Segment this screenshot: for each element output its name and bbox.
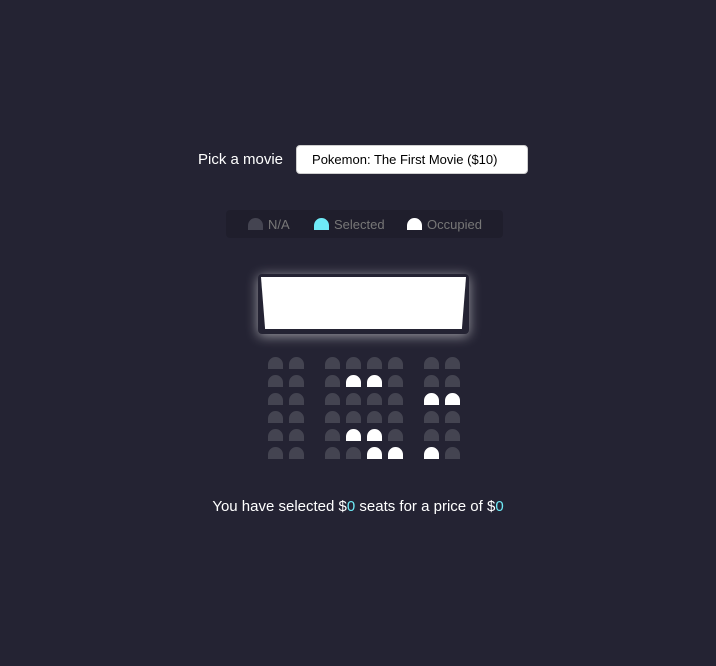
seat[interactable] xyxy=(424,411,439,423)
seat[interactable] xyxy=(325,429,340,441)
seat[interactable] xyxy=(445,411,460,423)
seat[interactable] xyxy=(346,447,361,459)
summary-prefix: You have selected xyxy=(212,498,339,515)
seat[interactable] xyxy=(424,429,439,441)
legend-seat-na-icon xyxy=(248,218,263,230)
movie-picker: Pick a movie Pokemon: The First Movie ($… xyxy=(198,145,529,174)
legend-label-na: N/A xyxy=(268,216,290,232)
seat[interactable] xyxy=(388,393,403,405)
movie-select[interactable]: Pokemon: The First Movie ($10) xyxy=(296,145,529,174)
legend-label-selected: Selected xyxy=(334,216,385,232)
seat xyxy=(424,393,439,405)
seat xyxy=(367,429,382,441)
seat[interactable] xyxy=(445,429,460,441)
seat[interactable] xyxy=(445,447,460,459)
seat[interactable] xyxy=(289,393,304,405)
seat xyxy=(445,393,460,405)
legend-item-na: N/A xyxy=(248,210,290,238)
seat[interactable] xyxy=(388,357,403,369)
seat[interactable] xyxy=(346,393,361,405)
seat[interactable] xyxy=(367,357,382,369)
legend-item-selected: Selected xyxy=(314,210,385,238)
seat[interactable] xyxy=(346,357,361,369)
seat[interactable] xyxy=(289,411,304,423)
legend-item-occupied: Occupied xyxy=(407,210,482,238)
seat[interactable] xyxy=(268,357,283,369)
seat xyxy=(346,375,361,387)
seat[interactable] xyxy=(268,393,283,405)
seat[interactable] xyxy=(445,357,460,369)
seat[interactable] xyxy=(445,375,460,387)
seat-legend: N/A Selected Occupied xyxy=(226,210,503,238)
seat[interactable] xyxy=(268,447,283,459)
seat xyxy=(388,447,403,459)
seat xyxy=(367,447,382,459)
seat[interactable] xyxy=(268,429,283,441)
selection-summary: You have selected $0 seats for a price o… xyxy=(0,497,716,517)
summary-seat-currency: $ xyxy=(338,498,347,515)
seat[interactable] xyxy=(367,393,382,405)
seat[interactable] xyxy=(424,357,439,369)
seat[interactable] xyxy=(325,375,340,387)
seat[interactable] xyxy=(367,411,382,423)
seat[interactable] xyxy=(325,447,340,459)
seat[interactable] xyxy=(346,411,361,423)
seat[interactable] xyxy=(289,375,304,387)
seat[interactable] xyxy=(325,393,340,405)
seat xyxy=(424,447,439,459)
seat[interactable] xyxy=(325,411,340,423)
legend-seat-selected-icon xyxy=(314,218,329,230)
legend-label-occupied: Occupied xyxy=(427,216,482,232)
movie-screen xyxy=(261,277,466,329)
movie-select-value: Pokemon: The First Movie ($10) xyxy=(312,152,498,167)
seat[interactable] xyxy=(325,357,340,369)
seat xyxy=(367,375,382,387)
movie-label: Pick a movie xyxy=(198,151,284,168)
selected-seat-count: 0 xyxy=(346,498,356,515)
seat[interactable] xyxy=(289,357,304,369)
total-price: 0 xyxy=(495,498,504,515)
seat[interactable] xyxy=(388,411,403,423)
seat[interactable] xyxy=(424,375,439,387)
legend-seat-occupied-icon xyxy=(407,218,422,230)
seat[interactable] xyxy=(388,375,403,387)
seat[interactable] xyxy=(289,429,304,441)
seat[interactable] xyxy=(388,429,403,441)
seat[interactable] xyxy=(268,375,283,387)
seat xyxy=(346,429,361,441)
seat-map xyxy=(0,0,716,666)
seat[interactable] xyxy=(289,447,304,459)
seat[interactable] xyxy=(268,411,283,423)
summary-middle: seats for a price of xyxy=(355,498,487,515)
